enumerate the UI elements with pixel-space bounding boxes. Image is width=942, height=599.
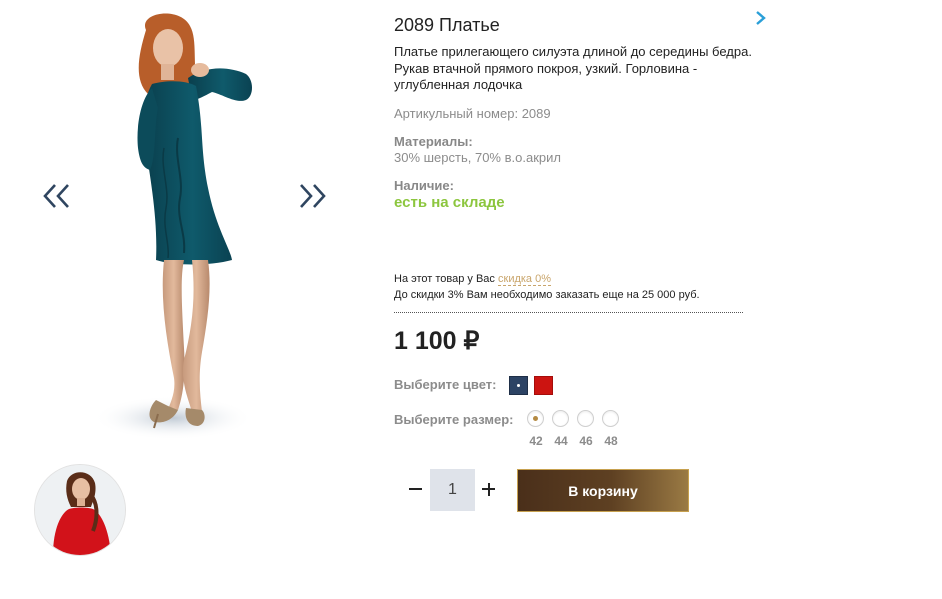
quantity-increase-button[interactable]	[478, 477, 500, 501]
size-value-44: 44	[554, 434, 568, 448]
discount-prefix: На этот товар у Вас	[394, 273, 495, 285]
size-value-42: 42	[529, 434, 543, 448]
stock-label: Наличие:	[394, 178, 454, 193]
size-radio-46[interactable]	[577, 410, 594, 427]
product-title: 2089 Платье	[394, 15, 500, 35]
stock-status: есть на складе	[394, 194, 505, 211]
size-value-48: 48	[604, 434, 618, 448]
product-price: 1 100 ₽	[394, 327, 480, 355]
divider	[394, 312, 743, 313]
size-radio-48[interactable]	[602, 410, 619, 427]
product-main-image[interactable]	[88, 8, 288, 448]
thumbnail-image	[35, 465, 125, 555]
discount-threshold: До скидки 3% Вам необходимо заказать еще…	[394, 289, 700, 301]
color-swatch-red[interactable]	[534, 376, 553, 395]
materials-label: Материалы:	[394, 134, 473, 149]
size-radio-42[interactable]	[527, 410, 544, 427]
product-gallery	[0, 0, 380, 599]
product-description: Платье прилегающего силуэта длиной до се…	[394, 44, 752, 92]
sku-row: Артикульный номер: 2089	[394, 106, 551, 121]
size-radio-44[interactable]	[552, 410, 569, 427]
size-value-46: 46	[579, 434, 593, 448]
double-chevron-right-icon	[300, 184, 326, 208]
gallery-next-button[interactable]	[298, 183, 326, 209]
gallery-prev-button[interactable]	[43, 183, 71, 209]
color-label: Выберите цвет:	[394, 377, 497, 392]
size-label: Выберите размер:	[394, 412, 514, 427]
sku-value: 2089	[521, 106, 551, 121]
color-swatch-navy[interactable]	[509, 376, 528, 395]
product-thumbnail[interactable]	[34, 464, 126, 556]
materials-value: 30% шерсть, 70% в.о.акрил	[394, 150, 561, 165]
discount-link[interactable]: скидка 0%	[498, 273, 552, 286]
next-product-button[interactable]	[754, 10, 768, 31]
add-to-cart-button[interactable]: В корзину	[517, 469, 689, 512]
double-chevron-left-icon	[43, 184, 69, 208]
sku-label: Артикульный номер:	[394, 106, 519, 121]
quantity-decrease-button[interactable]	[405, 477, 427, 501]
discount-info: На этот товар у Вас скидка 0%	[394, 273, 552, 286]
quantity-input[interactable]	[430, 469, 475, 511]
chevron-right-icon	[756, 11, 766, 25]
